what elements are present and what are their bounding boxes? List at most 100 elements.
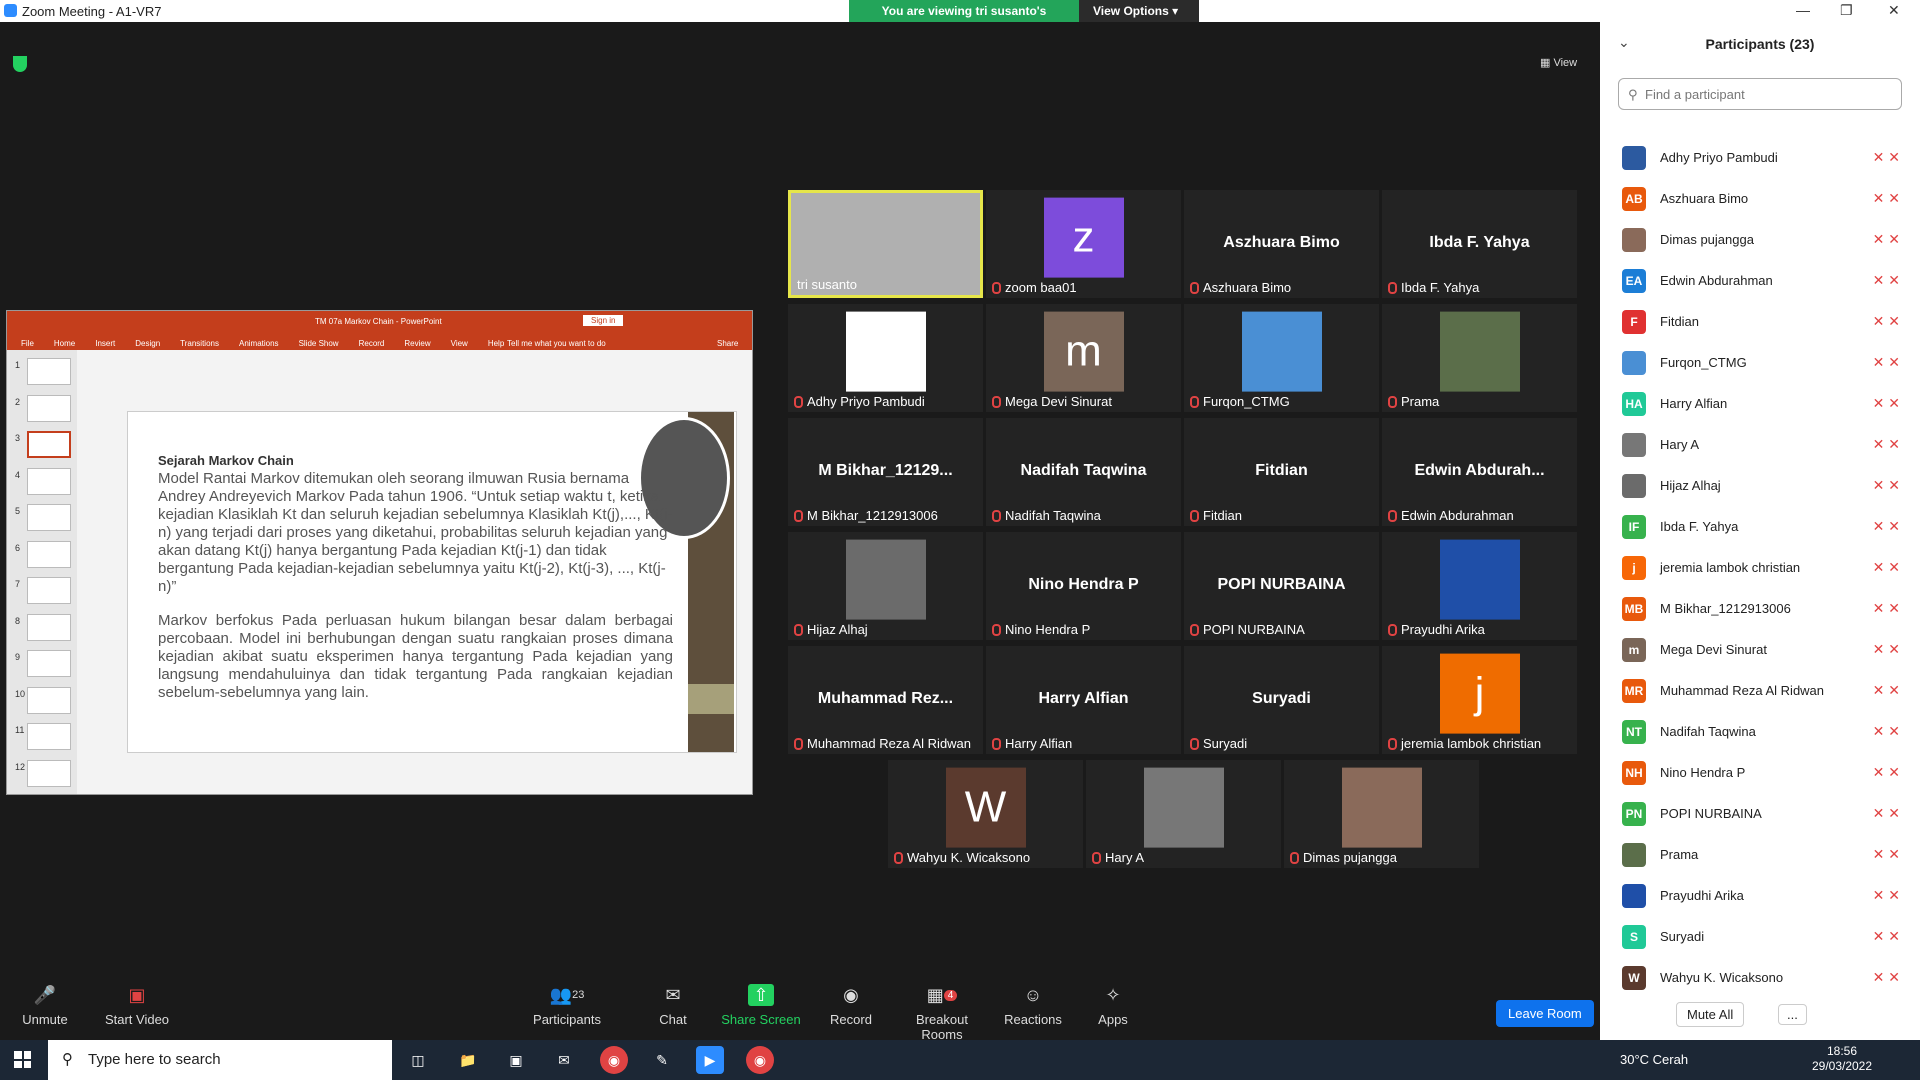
slide-thumbnail[interactable] xyxy=(27,431,71,458)
participant-row[interactable]: IF Ibda F. Yahya ✕ ✕ xyxy=(1600,506,1910,547)
participant-tile[interactable]: Furqon_CTMG xyxy=(1184,304,1379,412)
slide-thumbnail[interactable] xyxy=(27,540,71,568)
participants-button[interactable]: 👥 23 Participants xyxy=(522,982,612,1028)
ppt-tab[interactable]: Slide Show xyxy=(299,339,339,348)
windows-start-icon[interactable] xyxy=(14,1051,31,1068)
start-video-button[interactable]: ▣ Start Video xyxy=(92,982,182,1028)
participant-row[interactable]: W Wahyu K. Wicaksono ✕ ✕ xyxy=(1600,957,1910,998)
share-screen-button[interactable]: ⇧ Share Screen xyxy=(716,982,806,1027)
chrome-icon[interactable]: ◉ xyxy=(600,1046,628,1074)
weather[interactable]: 30°C Cerah xyxy=(1620,1052,1688,1067)
participant-tile[interactable]: Muhammad Rez... Muhammad Reza Al Ridwan xyxy=(788,646,983,754)
ppt-tab[interactable]: Home xyxy=(54,339,75,348)
ppt-tab[interactable]: Design xyxy=(135,339,160,348)
participant-row[interactable]: m Mega Devi Sinurat ✕ ✕ xyxy=(1600,629,1910,670)
participant-row[interactable]: NH Nino Hendra P ✕ ✕ xyxy=(1600,752,1910,793)
taskbar-search-input[interactable]: ⚲ Type here to search xyxy=(48,1040,392,1080)
ppt-tab[interactable]: Help xyxy=(488,339,504,348)
participant-tile[interactable]: Prayudhi Arika xyxy=(1382,532,1577,640)
participant-tile[interactable]: Hary A xyxy=(1086,760,1281,868)
task-view-icon[interactable]: ◫ xyxy=(404,1046,432,1074)
participant-tile[interactable]: M Bikhar_12129... M Bikhar_1212913006 xyxy=(788,418,983,526)
participant-row[interactable]: PN POPI NURBAINA ✕ ✕ xyxy=(1600,793,1910,834)
participant-tile[interactable]: z zoom baa01 xyxy=(986,190,1181,298)
tell-me[interactable]: Tell me what you want to do xyxy=(507,339,606,348)
participant-row[interactable]: Adhy Priyo Pambudi ✕ ✕ xyxy=(1600,137,1910,178)
ppt-tab[interactable]: File xyxy=(21,339,34,348)
slide-thumbnail[interactable] xyxy=(27,613,71,641)
maximize-icon[interactable]: ❐ xyxy=(1840,2,1853,19)
ppt-tab[interactable]: Record xyxy=(359,339,385,348)
participant-tile[interactable]: Suryadi Suryadi xyxy=(1184,646,1379,754)
slide-thumbnail[interactable] xyxy=(27,358,71,385)
record-button[interactable]: ◉ Record xyxy=(806,982,896,1028)
participant-tile[interactable]: tri susanto xyxy=(788,190,983,298)
breakout-rooms-button[interactable]: ▦ 4 Breakout Rooms xyxy=(896,982,988,1043)
participant-tile[interactable]: POPI NURBAINA POPI NURBAINA xyxy=(1184,532,1379,640)
leave-room-button[interactable]: Leave Room xyxy=(1496,1000,1594,1027)
participant-tile[interactable]: Nadifah Taqwina Nadifah Taqwina xyxy=(986,418,1181,526)
zoom-taskbar-icon[interactable]: ▶ xyxy=(696,1046,724,1074)
participant-row[interactable]: j jeremia lambok christian ✕ ✕ xyxy=(1600,547,1910,588)
ppt-tab[interactable]: Review xyxy=(404,339,430,348)
participant-row[interactable]: Prama ✕ ✕ xyxy=(1600,834,1910,875)
mail-icon[interactable]: ✉ xyxy=(550,1046,578,1074)
participant-row[interactable]: NT Nadifah Taqwina ✕ ✕ xyxy=(1600,711,1910,752)
participant-tile[interactable]: W Wahyu K. Wicaksono xyxy=(888,760,1083,868)
view-button[interactable]: ▦ View xyxy=(1540,56,1577,69)
slide-thumbnail[interactable] xyxy=(27,467,71,495)
participant-row[interactable]: Hijaz Alhaj ✕ ✕ xyxy=(1600,465,1910,506)
participant-tile[interactable]: Prama xyxy=(1382,304,1577,412)
view-options-button[interactable]: View Options ▾ xyxy=(1079,0,1199,22)
participant-tile[interactable]: Dimas pujangga xyxy=(1284,760,1479,868)
participant-tile[interactable]: Hijaz Alhaj xyxy=(788,532,983,640)
participant-tile[interactable]: Ibda F. Yahya Ibda F. Yahya xyxy=(1382,190,1577,298)
ppt-tab[interactable]: Animations xyxy=(239,339,279,348)
ppt-sign-in[interactable]: Sign in xyxy=(583,315,624,326)
participant-row[interactable]: Prayudhi Arika ✕ ✕ xyxy=(1600,875,1910,916)
chrome-profile-icon[interactable]: ◉ xyxy=(746,1046,774,1074)
unmute-button[interactable]: 🎤 Unmute xyxy=(0,982,90,1028)
more-button[interactable]: ... xyxy=(1778,1004,1807,1025)
ppt-share[interactable]: Share xyxy=(717,339,738,348)
participant-tile[interactable]: Fitdian Fitdian xyxy=(1184,418,1379,526)
store-icon[interactable]: ▣ xyxy=(502,1046,530,1074)
ppt-tab[interactable]: View xyxy=(451,339,468,348)
slide-thumbnail[interactable] xyxy=(27,577,71,604)
participant-tile[interactable]: Harry Alfian Harry Alfian xyxy=(986,646,1181,754)
participant-row[interactable]: Dimas pujangga ✕ ✕ xyxy=(1600,219,1910,260)
slide-thumbnail[interactable] xyxy=(27,723,71,750)
close-icon[interactable]: ✕ xyxy=(1888,2,1900,19)
participant-row[interactable]: F Fitdian ✕ ✕ xyxy=(1600,301,1910,342)
app-icon[interactable]: ✎ xyxy=(648,1046,676,1074)
reactions-button[interactable]: ☺ Reactions xyxy=(988,982,1078,1028)
participant-tile[interactable]: Edwin Abdurah... Edwin Abdurahman xyxy=(1382,418,1577,526)
slide-thumbnail[interactable] xyxy=(27,686,71,714)
participant-tile[interactable]: Adhy Priyo Pambudi xyxy=(788,304,983,412)
ppt-tab[interactable]: Insert xyxy=(95,339,115,348)
mute-all-button[interactable]: Mute All xyxy=(1676,1002,1745,1027)
participant-row[interactable]: AB Aszhuara Bimo ✕ ✕ xyxy=(1600,178,1910,219)
participant-row[interactable]: Hary A ✕ ✕ xyxy=(1600,424,1910,465)
file-explorer-icon[interactable]: 📁 xyxy=(454,1046,482,1074)
participant-row[interactable]: MR Muhammad Reza Al Ridwan ✕ ✕ xyxy=(1600,670,1910,711)
participant-row[interactable]: HA Harry Alfian ✕ ✕ xyxy=(1600,383,1910,424)
participant-row[interactable]: MB M Bikhar_1212913006 ✕ ✕ xyxy=(1600,588,1910,629)
participant-row[interactable]: S Suryadi ✕ ✕ xyxy=(1600,916,1910,957)
participant-tile[interactable]: m Mega Devi Sinurat xyxy=(986,304,1181,412)
participant-search-input[interactable]: ⚲ Find a participant xyxy=(1618,78,1902,110)
participant-tile[interactable]: Nino Hendra P Nino Hendra P xyxy=(986,532,1181,640)
minimize-icon[interactable]: — xyxy=(1796,2,1810,18)
apps-button[interactable]: ✧ Apps xyxy=(1068,982,1158,1028)
participant-row[interactable]: EA Edwin Abdurahman ✕ ✕ xyxy=(1600,260,1910,301)
clock[interactable]: 18:56 29/03/2022 xyxy=(1802,1044,1882,1074)
participant-tile[interactable]: Aszhuara Bimo Aszhuara Bimo xyxy=(1184,190,1379,298)
slide-thumbnail[interactable] xyxy=(27,504,71,531)
slide-thumbnail[interactable] xyxy=(27,759,71,787)
chat-button[interactable]: ✉ Chat xyxy=(628,982,718,1028)
ppt-tab[interactable]: Transitions xyxy=(180,339,219,348)
participant-tile[interactable]: j jeremia lambok christian xyxy=(1382,646,1577,754)
slide-thumbnail[interactable] xyxy=(27,650,71,677)
participant-row[interactable]: Furqon_CTMG ✕ ✕ xyxy=(1600,342,1910,383)
slide-thumbnail[interactable] xyxy=(27,394,71,422)
